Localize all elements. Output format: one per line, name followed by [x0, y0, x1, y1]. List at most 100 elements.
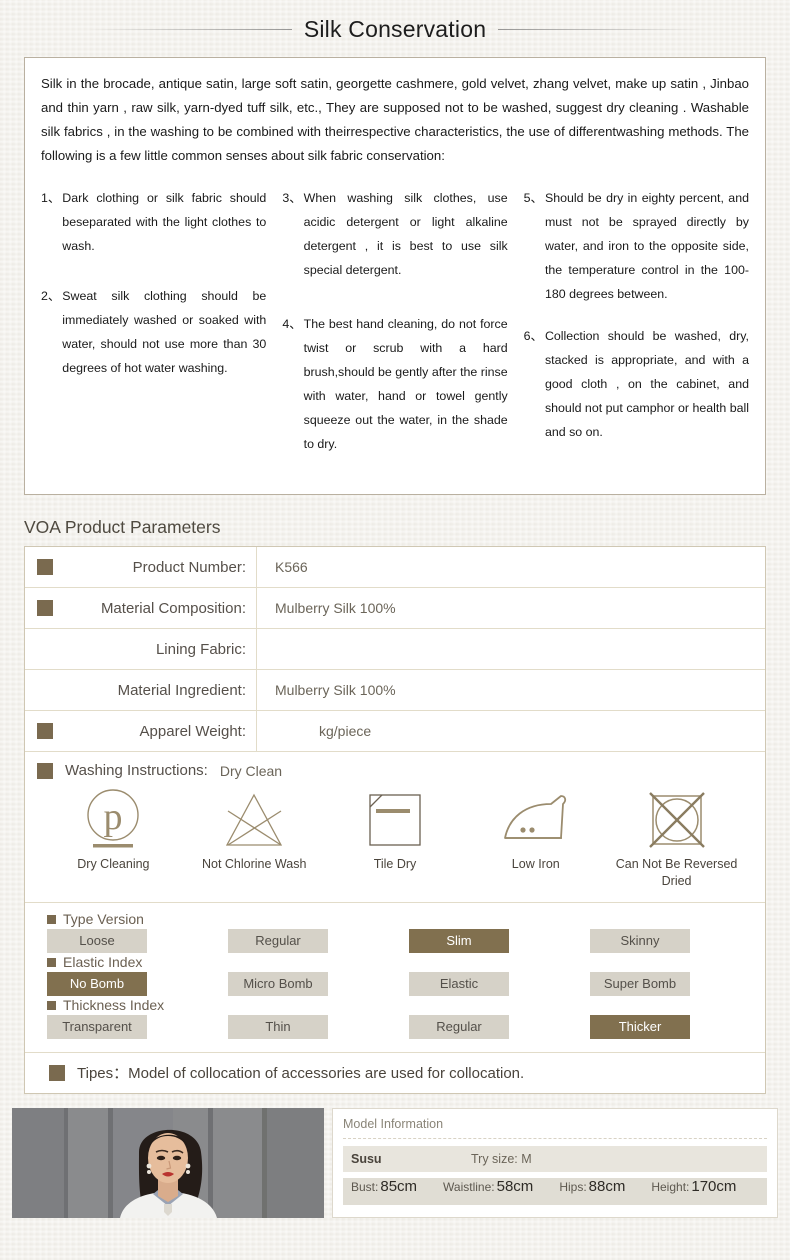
silk-conservation-box: Silk in the brocade, antique satin, larg… [24, 57, 766, 495]
measurement-height: Height: 170cm [651, 1178, 736, 1195]
tag-option-selected[interactable]: No Bomb [47, 972, 147, 996]
index-group-title: Type Version [63, 911, 144, 927]
tag-option[interactable]: Micro Bomb [228, 972, 328, 996]
bullet-square-icon [49, 1064, 65, 1081]
table-row: Product Number: K566 [25, 547, 765, 588]
row-label: Material Ingredient: [117, 681, 246, 699]
conservation-intro: Silk in the brocade, antique satin, larg… [41, 76, 749, 163]
row-value: Mulberry Silk 100% [275, 682, 396, 698]
measurement-label: Waistline: [443, 1180, 495, 1194]
index-group-title: Elastic Index [63, 954, 143, 970]
tag-option-selected[interactable]: Slim [409, 929, 509, 953]
index-selector-row: Type Version Loose Regular Slim Skinny E… [25, 903, 765, 1053]
no-tumble-dry-icon [607, 787, 747, 853]
tag-option[interactable]: Regular [228, 929, 328, 953]
measurement-hips: Hips: 88cm [559, 1178, 625, 1195]
row-value: kg/piece [319, 723, 372, 739]
bullet-square-icon [37, 723, 53, 739]
tag-option[interactable]: Transparent [47, 1015, 147, 1039]
index-group-title: Thickness Index [63, 997, 165, 1013]
measurement-label: Hips: [559, 1180, 587, 1194]
model-name: Susu [351, 1152, 382, 1166]
tip-item: 3、 When washing silk clothes, use acidic… [282, 186, 507, 282]
table-row: Material Composition: Mulberry Silk 100% [25, 588, 765, 629]
index-group-elastic-index: Elastic Index No Bomb Micro Bomb Elastic… [47, 954, 753, 996]
washing-symbol: Not Chlorine Wash [184, 787, 324, 873]
measurement-value: 88cm [588, 1178, 626, 1195]
tip-number: 3、 [282, 191, 302, 205]
washing-symbol-list: p Dry Cleaning Not Chlorine Wash Tile Dr… [37, 783, 753, 890]
bullet-square-icon [37, 762, 53, 779]
bullet-square-icon [47, 914, 56, 924]
tip-item: 4、 The best hand cleaning, do not force … [282, 312, 507, 456]
tag-option[interactable]: Loose [47, 929, 147, 953]
tip-column-3: 5、 Should be dry in eighty percent, and … [524, 186, 749, 478]
tipes-row: Tipes：Model of collocation of accessorie… [25, 1053, 765, 1093]
washing-symbol-caption: Not Chlorine Wash [201, 857, 307, 871]
washing-symbol: p Dry Cleaning [43, 787, 183, 873]
row-label: Lining Fabric: [155, 640, 246, 658]
tip-text: Dark clothing or silk fabric should bese… [62, 191, 267, 253]
measurement-waistline: Waistline: 58cm [443, 1178, 533, 1195]
washing-label: Washing Instructions: [65, 762, 208, 779]
row-label-cell: Lining Fabric: [25, 629, 257, 669]
index-group-header: Thickness Index [47, 997, 753, 1013]
bullet-square-icon [47, 1000, 56, 1010]
tip-text: When washing silk clothes, use acidic de… [303, 191, 508, 277]
row-label-cell: Product Number: [25, 547, 257, 587]
washing-instructions-row: Washing Instructions: Dry Clean p Dry Cl… [25, 752, 765, 903]
washing-symbol: Low Iron [466, 787, 606, 873]
table-row: Lining Fabric: [25, 629, 765, 670]
washing-symbol-caption: Dry Cleaning [77, 857, 150, 871]
tag-option[interactable]: Thin [228, 1015, 328, 1039]
tag-option[interactable]: Super Bomb [590, 972, 690, 996]
washing-header: Washing Instructions: Dry Clean [37, 762, 753, 779]
product-parameters-table: Product Number: K566 Material Compositio… [24, 546, 766, 1094]
index-group-thickness-index: Thickness Index Transparent Thin Regular… [47, 997, 753, 1039]
model-try-size: Try size: M [471, 1152, 532, 1166]
tip-column-2: 3、 When washing silk clothes, use acidic… [282, 186, 507, 478]
washing-value: Dry Clean [219, 762, 283, 779]
not-chlorine-wash-icon [184, 787, 324, 853]
washing-symbol: Can Not Be Reversed Dried [607, 787, 747, 890]
tip-column-1: 1、 Dark clothing or silk fabric should b… [41, 186, 266, 478]
tip-text: Should be dry in eighty percent, and mus… [544, 191, 749, 301]
row-label-cell: Material Composition: [25, 588, 257, 628]
tipes-text: Tipes：Model of collocation of accessorie… [77, 1065, 525, 1082]
tile-dry-icon [325, 787, 465, 853]
model-measurements-row: Bust: 85cm Waistline: 58cm Hips: 88cm He… [343, 1178, 767, 1205]
measurement-value: 85cm [380, 1178, 418, 1195]
measurement-label: Bust: [351, 1180, 379, 1194]
index-group-type-version: Type Version Loose Regular Slim Skinny [47, 911, 753, 953]
title-rule-right [498, 29, 702, 30]
parameters-section-title: VOA Product Parameters [24, 517, 221, 537]
tip-number: 1、 [41, 191, 61, 205]
tag-option[interactable]: Skinny [590, 929, 690, 953]
washing-symbol-caption: Low Iron [511, 857, 560, 871]
tip-number: 6、 [523, 329, 543, 343]
row-label: Material Composition: [100, 599, 246, 617]
table-row: Apparel Weight: kg/piece [25, 711, 765, 752]
row-label-cell: Apparel Weight: [25, 711, 257, 751]
washing-symbol-caption: Can Not Be Reversed Dried [615, 857, 738, 888]
tip-text: The best hand cleaning, do not force twi… [303, 317, 508, 451]
tip-item: 6、 Collection should be washed, dry, sta… [524, 324, 749, 444]
row-label: Product Number: [132, 558, 246, 576]
tag-option[interactable]: Elastic [409, 972, 509, 996]
tip-item: 1、 Dark clothing or silk fabric should b… [41, 186, 266, 258]
tip-text: Collection should be washed, dry, stacke… [544, 329, 749, 439]
row-value: K566 [275, 559, 308, 575]
tip-number: 4、 [282, 317, 302, 331]
tag-list: Loose Regular Slim Skinny [47, 929, 753, 953]
tag-option[interactable]: Regular [409, 1015, 509, 1039]
washing-symbol: Tile Dry [325, 787, 465, 873]
conservation-tip-columns: 1、 Dark clothing or silk fabric should b… [41, 186, 749, 478]
table-row: Material Ingredient: Mulberry Silk 100% [25, 670, 765, 711]
title-rule-left [88, 29, 292, 30]
washing-symbol-caption: Tile Dry [373, 857, 417, 871]
measurement-bust: Bust: 85cm [351, 1178, 417, 1195]
index-group-header: Type Version [47, 911, 753, 927]
measurement-value: 58cm [496, 1178, 534, 1195]
tag-option-selected[interactable]: Thicker [590, 1015, 690, 1039]
svg-text:p: p [104, 796, 123, 838]
